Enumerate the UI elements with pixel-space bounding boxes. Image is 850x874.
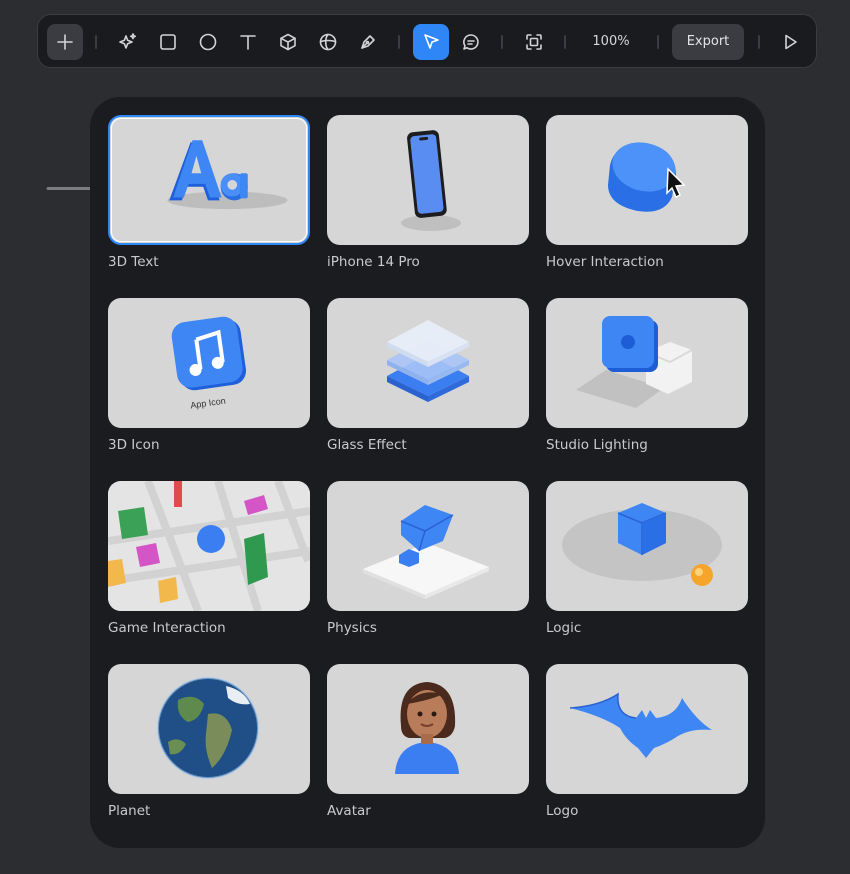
template-thumbnail[interactable]	[108, 664, 310, 794]
template-card-logo[interactable]: Logo	[546, 664, 748, 819]
template-label: 3D Icon	[108, 437, 160, 453]
play-icon	[785, 34, 797, 50]
toolbar-divider	[398, 35, 400, 49]
template-thumbnail[interactable]	[108, 115, 310, 245]
plus-icon	[57, 34, 73, 50]
template-card-3d-text[interactable]: 3D Text	[108, 115, 310, 270]
iphone-illustration	[401, 130, 461, 231]
3d-text-illustration	[167, 140, 288, 210]
template-label: Physics	[327, 620, 377, 636]
template-card-logic[interactable]: Logic	[546, 481, 748, 636]
comment-icon	[463, 34, 479, 50]
cube-icon	[280, 33, 296, 51]
template-label: Avatar	[327, 803, 371, 819]
text-tool-button[interactable]	[230, 24, 266, 60]
template-thumbnail[interactable]	[546, 115, 748, 245]
template-label: 3D Text	[108, 254, 159, 270]
template-card-studio-lighting[interactable]: Studio Lighting	[546, 298, 748, 453]
select-tool-button[interactable]	[413, 24, 449, 60]
toolbar-divider	[95, 35, 97, 49]
export-button[interactable]: Export	[672, 24, 744, 60]
frame-tool-button[interactable]	[516, 24, 552, 60]
template-card-glass-effect[interactable]: Glass Effect	[327, 298, 529, 453]
template-card-physics[interactable]: Physics	[327, 481, 529, 636]
rectangle-tool-button[interactable]	[150, 24, 186, 60]
hover-cylinder-illustration	[608, 142, 686, 212]
play-button[interactable]	[772, 24, 808, 60]
template-card-hover-interaction[interactable]: Hover Interaction	[546, 115, 748, 270]
template-card-3d-icon[interactable]: App Icon 3D Icon	[108, 298, 310, 453]
toolbar-divider	[657, 35, 659, 49]
template-thumbnail[interactable]	[546, 664, 748, 794]
template-thumbnail[interactable]	[327, 115, 529, 245]
template-thumbnail[interactable]	[546, 298, 748, 428]
template-thumbnail[interactable]	[327, 481, 529, 611]
frame-icon	[526, 34, 542, 50]
template-thumbnail[interactable]	[108, 481, 310, 611]
template-label: Studio Lighting	[546, 437, 648, 453]
circle-icon	[199, 33, 217, 51]
template-label: Logic	[546, 620, 582, 636]
avatar-illustration	[395, 682, 459, 774]
zoom-level[interactable]: 100%	[583, 24, 639, 60]
studio-blocks-illustration	[576, 316, 693, 408]
comment-tool-button[interactable]	[453, 24, 489, 60]
add-button[interactable]	[47, 24, 83, 60]
planet-illustration	[157, 677, 259, 779]
template-card-game-interaction[interactable]: Game Interaction	[108, 481, 310, 636]
template-thumbnail[interactable]	[327, 298, 529, 428]
template-label: Planet	[108, 803, 151, 819]
pen-tool-button[interactable]	[350, 24, 386, 60]
ai-tool-button[interactable]	[110, 24, 146, 60]
template-label: Hover Interaction	[546, 254, 664, 270]
template-card-iphone-14-pro[interactable]: iPhone 14 Pro	[327, 115, 529, 270]
pen-icon	[361, 35, 375, 49]
template-thumbnail[interactable]	[546, 481, 748, 611]
app-icon-illustration: App Icon	[171, 316, 247, 411]
logic-illustration	[562, 503, 722, 586]
sphere-tool-button[interactable]	[310, 24, 346, 60]
sphere-icon	[319, 33, 337, 51]
template-thumbnail[interactable]: App Icon	[108, 298, 310, 428]
rectangle-icon	[160, 34, 176, 50]
template-label: Glass Effect	[327, 437, 407, 453]
template-label: Game Interaction	[108, 620, 226, 636]
template-thumbnail[interactable]	[327, 664, 529, 794]
glass-layers-illustration	[387, 320, 469, 402]
sparkle-icon	[119, 33, 137, 49]
template-card-planet[interactable]: Planet	[108, 664, 310, 819]
template-library-panel: 3D Text iPhone 14 Pro Hover Interaction	[90, 97, 765, 848]
toolbar-divider	[501, 35, 503, 49]
ellipse-tool-button[interactable]	[190, 24, 226, 60]
app-icon-caption: App Icon	[190, 396, 227, 411]
physics-illustration	[363, 505, 489, 599]
toolbar: 100% Export	[37, 14, 817, 68]
toolbar-divider	[564, 35, 566, 49]
text-icon	[240, 35, 256, 50]
cursor-icon	[424, 34, 439, 49]
game-scene-illustration	[108, 481, 310, 611]
template-card-avatar[interactable]: Avatar	[327, 664, 529, 819]
cube-tool-button[interactable]	[270, 24, 306, 60]
template-label: iPhone 14 Pro	[327, 254, 420, 270]
toolbar-divider	[758, 35, 760, 49]
bat-logo-illustration	[569, 692, 712, 758]
template-label: Logo	[546, 803, 579, 819]
